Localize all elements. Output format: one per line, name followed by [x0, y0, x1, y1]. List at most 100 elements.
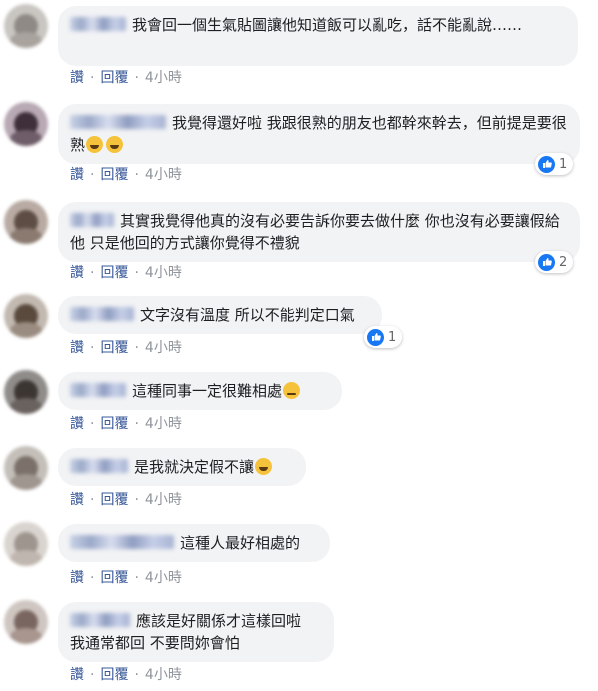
comment-actions: 讚 · 回覆 · 4小時 — [70, 569, 182, 587]
reply-link[interactable]: 回覆 — [100, 264, 128, 282]
like-icon — [538, 253, 555, 271]
comment-text: 我會回一個生氣貼圖讓他知道飯可以亂吃，話不能亂說…… — [132, 16, 523, 34]
commenter-name[interactable] — [70, 17, 126, 31]
comment-actions: 讚 · 回覆 · 4小時 — [70, 339, 182, 357]
comment-actions: 讚 · 回覆 · 4小時 — [70, 69, 182, 87]
reaction-count[interactable]: 1 — [364, 326, 403, 348]
avatar[interactable] — [4, 294, 48, 338]
comment-text: 其實我覺得他真的沒有必要告訴你要去做什麼 你也沒有必要讓假給他 只是他回的方式讓… — [70, 212, 560, 252]
like-link[interactable]: 讚 — [70, 666, 84, 684]
like-link[interactable]: 讚 — [70, 264, 84, 282]
separator: · — [90, 570, 95, 586]
separator: · — [134, 416, 139, 432]
separator: · — [134, 667, 139, 683]
comment: 文字沒有溫度 所以不能判定口氣 1 讚 · 回覆 · 4小時 — [0, 292, 598, 364]
avatar[interactable] — [4, 4, 48, 48]
separator: · — [134, 167, 139, 183]
comment-actions: 讚 · 回覆 · 4小時 — [70, 166, 182, 184]
comment-text: 這種同事一定很難相處 — [132, 382, 283, 400]
avatar[interactable] — [4, 522, 48, 566]
timestamp[interactable]: 4小時 — [145, 339, 182, 357]
comment: 應該是好關係才這樣回啦 我通常都回 不要問妳會怕 讚 · 回覆 · 4小時 — [0, 594, 598, 691]
reaction-count[interactable]: 2 — [535, 251, 574, 273]
commenter-name[interactable] — [70, 459, 128, 473]
comment: 這種人最好相處的 讚 · 回覆 · 4小時 — [0, 518, 598, 594]
commenter-name[interactable] — [70, 535, 174, 549]
separator: · — [90, 70, 95, 86]
reaction-count-number: 1 — [388, 329, 397, 345]
timestamp[interactable]: 4小時 — [145, 491, 182, 509]
separator: · — [134, 340, 139, 356]
like-link[interactable]: 讚 — [70, 415, 84, 433]
comment-text-line-2: 我通常都回 不要問妳會怕 — [70, 634, 240, 652]
commenter-name[interactable] — [70, 213, 114, 227]
separator: · — [90, 265, 95, 281]
timestamp[interactable]: 4小時 — [145, 69, 182, 87]
comment: 其實我覺得他真的沒有必要告訴你要去做什麼 你也沒有必要讓假給他 只是他回的方式讓… — [0, 194, 598, 290]
comment-actions: 讚 · 回覆 · 4小時 — [70, 264, 182, 282]
like-icon — [367, 328, 384, 346]
avatar[interactable] — [4, 446, 48, 490]
timestamp[interactable]: 4小時 — [145, 264, 182, 282]
comment: 我會回一個生氣貼圖讓他知道飯可以亂吃，話不能亂說…… 讚 · 回覆 · 4小時 — [0, 0, 598, 92]
timestamp[interactable]: 4小時 — [145, 415, 182, 433]
comment-actions: 讚 · 回覆 · 4小時 — [70, 491, 182, 509]
laugh-cry-emoji — [86, 136, 104, 153]
worried-emoji — [283, 382, 301, 399]
commenter-name[interactable] — [70, 383, 126, 397]
separator: · — [90, 667, 95, 683]
reply-link[interactable]: 回覆 — [100, 569, 128, 587]
separator: · — [134, 265, 139, 281]
comment-text-line-1: 應該是好關係才這樣回啦 — [136, 612, 302, 630]
comment: 這種同事一定很難相處 讚 · 回覆 · 4小時 — [0, 366, 598, 442]
reply-link[interactable]: 回覆 — [100, 166, 128, 184]
like-link[interactable]: 讚 — [70, 69, 84, 87]
comment-bubble: 應該是好關係才這樣回啦 我通常都回 不要問妳會怕 — [58, 602, 334, 662]
reply-link[interactable]: 回覆 — [100, 339, 128, 357]
comment: 我覺得還好啦 我跟很熟的朋友也都幹來幹去，但前提是要很熟 1 讚 · 回覆 · … — [0, 96, 598, 192]
comment-bubble: 我會回一個生氣貼圖讓他知道飯可以亂吃，話不能亂說…… — [58, 6, 578, 66]
separator: · — [134, 570, 139, 586]
comment-actions: 讚 · 回覆 · 4小時 — [70, 666, 182, 684]
reaction-count-number: 2 — [559, 254, 568, 270]
comment-bubble: 其實我覺得他真的沒有必要告訴你要去做什麼 你也沒有必要讓假給他 只是他回的方式讓… — [58, 202, 580, 262]
comment-text: 文字沒有溫度 所以不能判定口氣 — [140, 306, 355, 324]
timestamp[interactable]: 4小時 — [145, 569, 182, 587]
comment: 是我就決定假不讓 讚 · 回覆 · 4小時 — [0, 442, 598, 518]
comment-bubble: 我覺得還好啦 我跟很熟的朋友也都幹來幹去，但前提是要很熟 — [58, 104, 580, 164]
avatar[interactable] — [4, 200, 48, 244]
reaction-count-number: 1 — [559, 156, 568, 172]
separator: · — [134, 492, 139, 508]
avatar[interactable] — [4, 600, 48, 644]
comment-actions: 讚 · 回覆 · 4小時 — [70, 415, 182, 433]
like-link[interactable]: 讚 — [70, 569, 84, 587]
reply-link[interactable]: 回覆 — [100, 415, 128, 433]
like-link[interactable]: 讚 — [70, 166, 84, 184]
laugh-cry-emoji — [106, 136, 124, 153]
timestamp[interactable]: 4小時 — [145, 166, 182, 184]
comment-bubble: 是我就決定假不讓 — [58, 448, 306, 486]
timestamp[interactable]: 4小時 — [145, 666, 182, 684]
separator: · — [90, 340, 95, 356]
separator: · — [134, 70, 139, 86]
commenter-name[interactable] — [70, 307, 134, 321]
comment-bubble: 文字沒有溫度 所以不能判定口氣 — [58, 296, 382, 334]
like-icon — [538, 155, 555, 173]
comment-text: 這種人最好相處的 — [180, 534, 301, 552]
like-link[interactable]: 讚 — [70, 491, 84, 509]
reply-link[interactable]: 回覆 — [100, 491, 128, 509]
avatar[interactable] — [4, 102, 48, 146]
separator: · — [90, 492, 95, 508]
reply-link[interactable]: 回覆 — [100, 666, 128, 684]
like-link[interactable]: 讚 — [70, 339, 84, 357]
separator: · — [90, 167, 95, 183]
laugh-cry-emoji — [255, 458, 273, 475]
commenter-name[interactable] — [70, 613, 130, 627]
comment-bubble: 這種人最好相處的 — [58, 524, 330, 562]
avatar[interactable] — [4, 370, 48, 414]
separator: · — [90, 416, 95, 432]
reaction-count[interactable]: 1 — [535, 153, 574, 175]
reply-link[interactable]: 回覆 — [100, 69, 128, 87]
commenter-name[interactable] — [70, 115, 166, 129]
comment-text: 是我就決定假不讓 — [134, 458, 255, 476]
